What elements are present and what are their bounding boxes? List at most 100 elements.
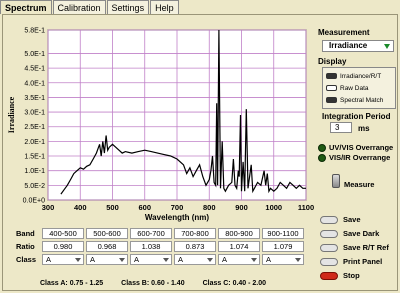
class-ranges: Class A: 0.75 - 1.25 Class B: 0.60 - 1.4… [40, 280, 266, 287]
display-item-label: Raw Data [340, 84, 369, 92]
tab-help[interactable]: Help [150, 0, 179, 14]
y-tick-label: 4.0E-1 [24, 80, 45, 87]
save-label: Save [343, 215, 361, 224]
led-icon [318, 153, 326, 162]
class-value: A [46, 255, 52, 264]
measurement-select[interactable]: Irradiance [322, 40, 394, 52]
tab-calibration[interactable]: Calibration [52, 0, 106, 14]
measure-label: Measure [344, 180, 375, 189]
ratio-label: Ratio [16, 242, 35, 251]
class-b-range: Class B: 0.60 - 1.40 [121, 280, 185, 287]
button-icon [320, 257, 338, 266]
tab-spectrum[interactable]: Spectrum [0, 0, 52, 14]
class-value: A [90, 255, 96, 264]
stop-label: Stop [343, 271, 360, 280]
uv-overrange-indicator: UV/VIS Overrange [318, 143, 393, 152]
class-value: A [178, 255, 184, 264]
class-select[interactable]: A [174, 254, 216, 265]
y-tick-label: 4.5E-1 [24, 66, 45, 73]
y-tick-label: 1.5E-1 [24, 154, 45, 161]
y-tick-label: 3.5E-1 [24, 95, 45, 102]
display-item-label: Spectral Match [340, 96, 384, 104]
class-select[interactable]: A [218, 254, 260, 265]
print-panel-label: Print Panel [343, 257, 383, 266]
band-row: Band 400-500 500-600 600-700 700-800 800… [16, 228, 304, 239]
x-tick-label: 600 [138, 203, 151, 212]
dropdown-arrow-icon [207, 258, 213, 262]
x-tick-label: 1100 [298, 203, 314, 212]
y-tick-label: 3.0E-1 [24, 110, 45, 117]
dropdown-arrow-icon [163, 258, 169, 262]
dropdown-arrow-icon [251, 258, 257, 262]
spectrum-chart: 0.0E+05.0E-21.0E-11.5E-12.0E-12.5E-13.0E… [7, 28, 314, 223]
led-icon [318, 143, 326, 152]
band-cell: 900-1100 [262, 228, 304, 239]
display-item-irradiance[interactable]: Irradiance/R/T [326, 70, 392, 82]
dropdown-arrow-icon [75, 258, 81, 262]
x-tick-label: 1000 [265, 203, 282, 212]
y-tick-label: 2.0E-1 [24, 139, 45, 146]
class-a-range: Class A: 0.75 - 1.25 [40, 280, 104, 287]
save-button[interactable]: Save [320, 215, 361, 224]
x-tick-label: 700 [171, 203, 184, 212]
button-icon [320, 215, 338, 224]
display-options: Irradiance/R/T Raw Data Spectral Match [322, 67, 396, 109]
class-value: A [134, 255, 140, 264]
integration-unit: ms [358, 124, 370, 133]
measure-switch[interactable] [332, 174, 340, 188]
vis-overrange-label: VIS/IR Overrange [329, 153, 391, 162]
class-label: Class [16, 255, 37, 264]
integration-input[interactable]: 3 [330, 122, 352, 133]
ratio-cell: 0.980 [42, 241, 84, 252]
integration-label: Integration Period [322, 112, 391, 121]
x-tick-label: 800 [203, 203, 216, 212]
ratio-cell: 1.079 [262, 241, 304, 252]
class-value: A [222, 255, 228, 264]
dropdown-arrow-icon [295, 258, 301, 262]
measurement-label: Measurement [318, 28, 370, 37]
class-select[interactable]: A [130, 254, 172, 265]
tab-settings[interactable]: Settings [106, 0, 150, 14]
save-rt-ref-label: Save R/T Ref [343, 243, 389, 252]
display-label: Display [318, 57, 347, 66]
ratio-cell: 0.968 [86, 241, 128, 252]
class-c-range: Class C: 0.40 - 2.00 [202, 280, 267, 287]
class-select[interactable]: A [42, 254, 84, 265]
y-tick-label: 5.0E-2 [24, 183, 45, 190]
dropdown-arrow-icon [119, 258, 125, 262]
class-select[interactable]: A [262, 254, 304, 265]
class-row: Class A A A A A A [16, 254, 304, 265]
ratio-row: Ratio 0.980 0.968 1.038 0.873 1.074 1.07… [16, 241, 304, 252]
x-tick-label: 500 [106, 203, 119, 212]
class-select[interactable]: A [86, 254, 128, 265]
band-cell: 700-800 [174, 228, 216, 239]
button-icon [320, 229, 338, 238]
class-value: A [266, 255, 272, 264]
y-tick-label: 5.8E-1 [24, 28, 45, 35]
band-cell: 500-600 [86, 228, 128, 239]
save-rt-ref-button[interactable]: Save R/T Ref [320, 243, 389, 252]
toggle-icon [326, 73, 337, 79]
x-tick-label: 900 [235, 203, 248, 212]
stop-button[interactable]: Stop [320, 271, 360, 280]
ratio-cell: 1.038 [130, 241, 172, 252]
save-dark-label: Save Dark [343, 229, 380, 238]
band-cell: 600-700 [130, 228, 172, 239]
print-panel-button[interactable]: Print Panel [320, 257, 382, 266]
display-item-spectral-match[interactable]: Spectral Match [326, 94, 392, 106]
toggle-icon [326, 85, 337, 91]
stop-icon [320, 271, 338, 280]
x-axis-label: Wavelength (nm) [145, 213, 209, 222]
band-cell: 800-900 [218, 228, 260, 239]
y-tick-label: 2.5E-1 [24, 124, 45, 131]
display-item-raw-data[interactable]: Raw Data [326, 82, 392, 94]
vis-overrange-indicator: VIS/IR Overrange [318, 153, 390, 162]
measurement-value: Irradiance [329, 41, 368, 50]
tab-bar: Spectrum Calibration Settings Help [0, 0, 180, 14]
save-dark-button[interactable]: Save Dark [320, 229, 379, 238]
x-tick-label: 300 [42, 203, 55, 212]
button-icon [320, 243, 338, 252]
y-axis-label: Irradiance [7, 96, 16, 133]
toggle-icon [326, 97, 337, 103]
y-tick-label: 1.0E-1 [24, 168, 45, 175]
